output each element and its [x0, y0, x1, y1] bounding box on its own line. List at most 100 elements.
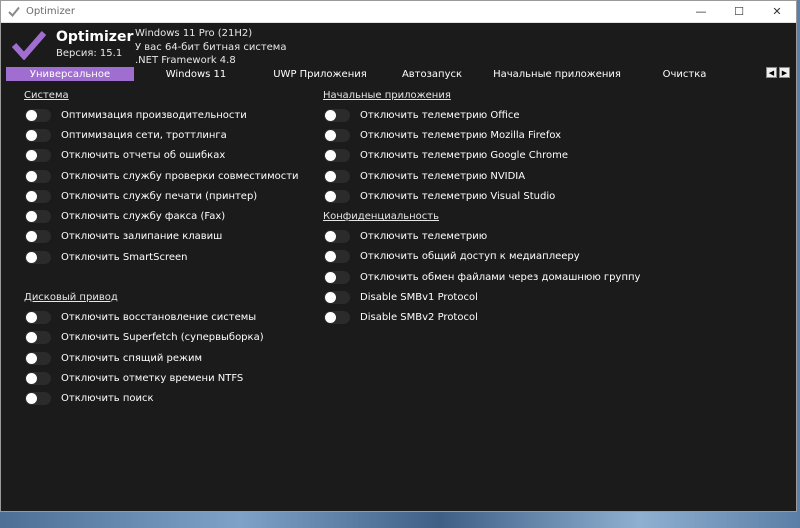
toggle-switch[interactable]: [324, 270, 350, 284]
toggle-switch[interactable]: [25, 128, 51, 142]
toggle-switch[interactable]: [324, 291, 350, 305]
toggle-knob: [325, 190, 336, 202]
option-label: Отключить телеметрию Office: [360, 109, 520, 121]
option-row[interactable]: Отключить телеметрию Office: [323, 105, 640, 125]
option-row[interactable]: Отключить телеметрию NVIDIA: [323, 166, 640, 186]
startup-apps-options: Отключить телеметрию Office Отключить тел…: [323, 105, 640, 206]
tab-windows-11[interactable]: Windows 11: [134, 67, 258, 81]
left-column: Система Оптимизация производительности Оп…: [24, 85, 299, 409]
option-label: Оптимизация производительности: [61, 109, 247, 121]
toggle-switch[interactable]: [324, 149, 350, 163]
app-name: Optimizer: [56, 29, 134, 45]
app-version: Версия: 15.1: [56, 48, 123, 59]
maximize-button[interactable]: ☐: [720, 1, 758, 22]
option-label: Отключить обмен файлами через домашнюю г…: [360, 271, 641, 283]
toggle-switch[interactable]: [324, 230, 350, 244]
toggle-knob: [325, 129, 336, 141]
toggle-knob: [26, 312, 37, 324]
option-row[interactable]: Отключить телеметрию Mozilla Firefox: [323, 125, 640, 145]
toggle-knob: [325, 251, 336, 263]
option-row[interactable]: Отключить службу проверки совместимости: [24, 166, 299, 186]
option-row[interactable]: Отключить обмен файлами через домашнюю г…: [323, 267, 640, 287]
toggle-switch[interactable]: [324, 169, 350, 183]
option-row[interactable]: Отключить восстановление системы: [24, 307, 299, 327]
option-row[interactable]: Отключить поиск: [24, 389, 299, 409]
tab-autostart[interactable]: Автозапуск: [382, 67, 482, 81]
toggle-knob: [325, 109, 336, 121]
toggle-knob: [26, 190, 37, 202]
toggle-knob: [26, 352, 37, 364]
toggle-knob: [325, 292, 336, 304]
toggle-switch[interactable]: [25, 108, 51, 122]
tab-bar: Универсальное Windows 11 UWP Приложения …: [6, 67, 794, 81]
toggle-knob: [26, 393, 37, 405]
optimizer-window: Optimizer — ☐ ✕ Optimizer Версия: 15.1 W…: [0, 0, 797, 512]
tab-uwp-apps[interactable]: UWP Приложения: [258, 67, 382, 81]
toggle-switch[interactable]: [25, 331, 51, 345]
option-row[interactable]: Отключить SmartScreen: [24, 247, 299, 267]
option-row[interactable]: Отключить отметку времени NTFS: [24, 368, 299, 388]
os-info: Windows 11 Pro (21H2): [135, 28, 253, 39]
option-label: Отключить поиск: [61, 393, 154, 405]
tab-scroll-left-button[interactable]: ◀: [766, 67, 777, 78]
tab-scroll-controls: ◀ ▶: [766, 67, 790, 78]
option-row[interactable]: Отключить телеметрию: [323, 226, 640, 246]
option-label: Отключить телеметрию Google Chrome: [360, 150, 569, 162]
toggle-switch[interactable]: [25, 392, 51, 406]
toggle-knob: [26, 251, 37, 263]
toggle-knob: [26, 129, 37, 141]
toggle-switch[interactable]: [25, 169, 51, 183]
option-row[interactable]: Отключить службу печати (принтер): [24, 186, 299, 206]
toggle-knob: [26, 150, 37, 162]
option-label: Отключить службу факса (Fax): [61, 211, 226, 223]
option-row[interactable]: Отключить залипание клавиш: [24, 227, 299, 247]
system-options: Оптимизация производительности Оптимизаци…: [24, 105, 299, 267]
tab-cleanup[interactable]: Очистка: [632, 67, 737, 81]
toggle-switch[interactable]: [324, 250, 350, 264]
option-label: Отключить телеметрию Mozilla Firefox: [360, 129, 562, 141]
option-label: Оптимизация сети, троттлинга: [61, 129, 227, 141]
tab-startup-apps[interactable]: Начальные приложения: [482, 67, 632, 81]
tab-scroll-right-button[interactable]: ▶: [779, 67, 790, 78]
tab-content-universal: Система Оптимизация производительности Оп…: [1, 85, 796, 511]
option-row[interactable]: Оптимизация сети, троттлинга: [24, 125, 299, 145]
toggle-switch[interactable]: [324, 311, 350, 325]
toggle-switch[interactable]: [25, 250, 51, 264]
title-bar[interactable]: Optimizer — ☐ ✕: [1, 1, 796, 23]
toggle-switch[interactable]: [25, 371, 51, 385]
toggle-switch[interactable]: [25, 351, 51, 365]
option-row[interactable]: Оптимизация производительности: [24, 105, 299, 125]
toggle-knob: [325, 170, 336, 182]
option-label: Отключить Superfetch (супервыборка): [61, 332, 264, 344]
toggle-knob: [26, 332, 37, 344]
option-label: Disable SMBv1 Protocol: [360, 292, 478, 304]
toggle-switch[interactable]: [25, 149, 51, 163]
window-title: Optimizer: [26, 6, 75, 17]
toggle-switch[interactable]: [324, 189, 350, 203]
checkmark-logo-icon: [12, 31, 46, 60]
option-row[interactable]: Отключить службу факса (Fax): [24, 206, 299, 226]
option-label: Отключить телеметрию Visual Studio: [360, 190, 556, 202]
option-row[interactable]: Отключить телеметрию Visual Studio: [323, 186, 640, 206]
toggle-switch[interactable]: [25, 230, 51, 244]
option-row[interactable]: Отключить отчеты об ошибках: [24, 146, 299, 166]
option-label: Отключить спящий режим: [61, 352, 203, 364]
system-info: Windows 11 Pro (21H2) У вас 64-бит битна…: [135, 27, 286, 68]
toggle-knob: [325, 312, 336, 324]
toggle-switch[interactable]: [25, 210, 51, 224]
option-row[interactable]: Отключить Superfetch (супервыборка): [24, 328, 299, 348]
toggle-switch[interactable]: [324, 128, 350, 142]
option-row[interactable]: Disable SMBv1 Protocol: [323, 287, 640, 307]
toggle-switch[interactable]: [25, 189, 51, 203]
toggle-switch[interactable]: [324, 108, 350, 122]
close-button[interactable]: ✕: [758, 1, 796, 22]
option-row[interactable]: Disable SMBv2 Protocol: [323, 308, 640, 328]
option-row[interactable]: Отключить спящий режим: [24, 348, 299, 368]
toggle-knob: [26, 211, 37, 223]
minimize-button[interactable]: —: [682, 1, 720, 22]
toggle-switch[interactable]: [25, 311, 51, 325]
option-row[interactable]: Отключить телеметрию Google Chrome: [323, 146, 640, 166]
right-column: Начальные приложения Отключить телеметри…: [323, 85, 640, 328]
option-row[interactable]: Отключить общий доступ к медиаплееру: [323, 247, 640, 267]
tab-universal[interactable]: Универсальное: [6, 67, 134, 81]
